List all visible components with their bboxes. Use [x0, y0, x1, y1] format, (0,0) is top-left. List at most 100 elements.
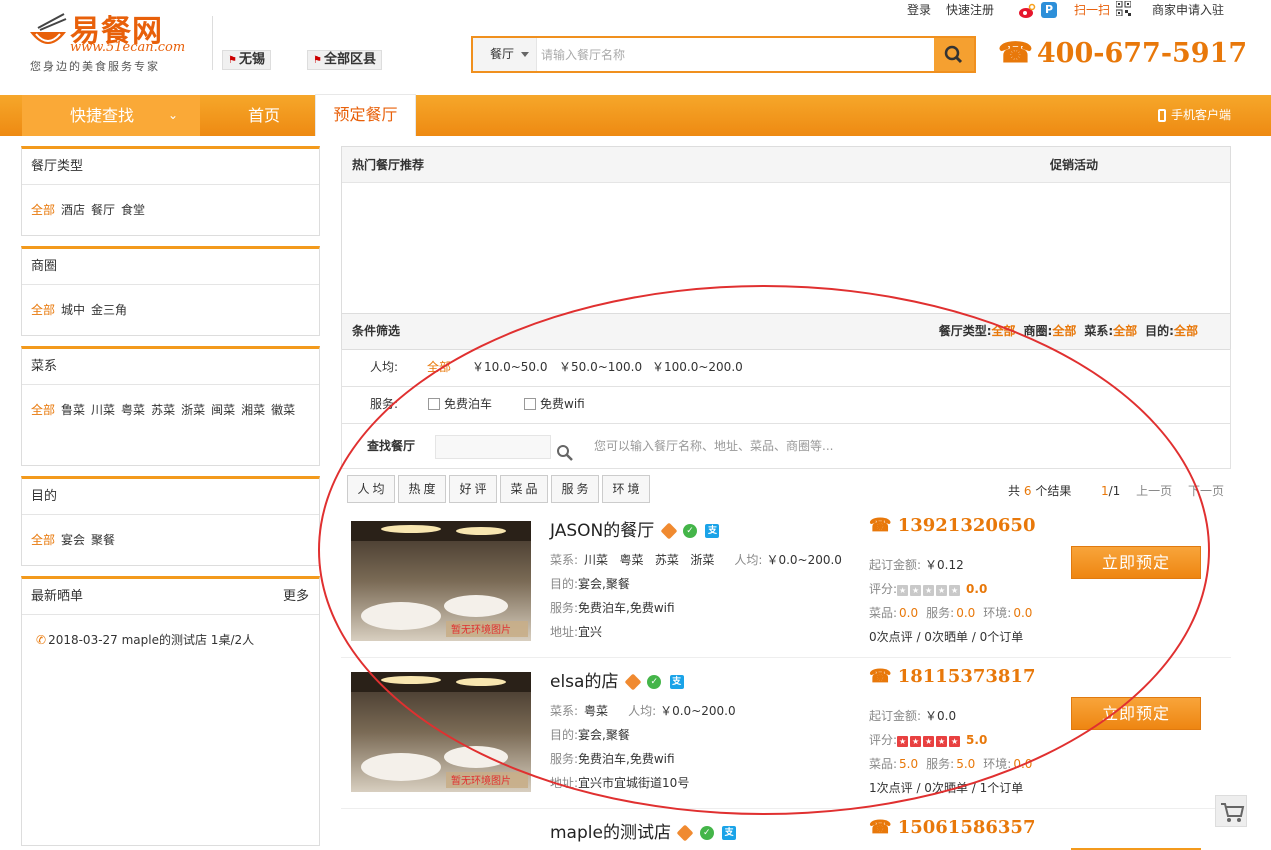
book-button[interactable]: 立即预定 [1071, 697, 1201, 730]
hotline: ☎ 400-677-5917 [998, 36, 1247, 69]
sidebar-area-item[interactable]: 城中 [61, 303, 85, 317]
restaurant-name[interactable]: elsa的店 ✓ 支 [550, 667, 684, 692]
restaurant-photo[interactable]: 暂无环境图片 [351, 521, 531, 641]
sidebar-area-item[interactable]: 全部 [31, 303, 55, 317]
scan-link[interactable]: 扫一扫 [1074, 1, 1110, 18]
qrcode-icon[interactable] [1115, 0, 1132, 17]
sort-price[interactable]: 人均 [347, 475, 395, 503]
sort-rating[interactable]: 好评 [449, 475, 497, 503]
sort-dish[interactable]: 菜品 [500, 475, 548, 503]
parking-label[interactable]: 免费泊车 [444, 386, 492, 422]
alipay-icon: 支 [722, 826, 737, 840]
dish-label: 菜品: [869, 757, 898, 771]
sidebar-cuisine-item[interactable]: 全部 [31, 403, 55, 417]
sidebar-cuisine-item[interactable]: 苏菜 [151, 403, 175, 417]
result-count: 共 6 个结果 [1008, 482, 1071, 499]
price-option[interactable]: ￥10.0~50.0 [472, 349, 548, 385]
star-icon: ★ [897, 735, 909, 747]
restaurant-photo[interactable]: 暂无环境图片 [351, 672, 531, 792]
sidebar-cuisine-item[interactable]: 闽菜 [211, 403, 235, 417]
env-label: 环境: [983, 606, 1012, 620]
showcase-more-link[interactable]: 更多 [283, 579, 309, 615]
sidebar-type-item[interactable]: 酒店 [61, 203, 85, 217]
filter-purpose-value[interactable]: 全部 [1174, 324, 1198, 338]
login-link[interactable]: 登录 [907, 1, 931, 18]
prev-page-link[interactable]: 上一页 [1136, 484, 1172, 498]
sidebar-cuisine-item[interactable]: 浙菜 [181, 403, 205, 417]
merchant-link[interactable]: 商家申请入驻 [1152, 1, 1224, 18]
logo-slogan: 您身边的美食服务专家 [30, 60, 160, 73]
parking-checkbox[interactable] [428, 398, 440, 410]
sidebar-type-item[interactable]: 食堂 [121, 203, 145, 217]
book-button[interactable]: 立即预定 [1071, 546, 1201, 579]
wifi-checkbox[interactable] [524, 398, 536, 410]
wifi-label[interactable]: 免费wifi [540, 386, 585, 422]
price-option[interactable]: ￥100.0~200.0 [652, 349, 743, 385]
min-order-label: 起订金额: [869, 709, 922, 723]
restaurant-name-text[interactable]: JASON的餐厅 [550, 521, 654, 541]
sort-environment[interactable]: 环境 [602, 475, 650, 503]
next-page-link[interactable]: 下一页 [1188, 484, 1224, 498]
qzone-icon[interactable]: P [1041, 2, 1057, 18]
nav-mobile-client[interactable]: 手机客户端 [1157, 95, 1231, 136]
nav-quick-search[interactable]: 快捷查找 ⌄ [22, 95, 200, 136]
district-selector[interactable]: ⚑ 全部区县 [307, 50, 382, 70]
sort-popularity[interactable]: 热度 [398, 475, 446, 503]
city-label: 无锡 [238, 52, 265, 67]
sidebar-type-item[interactable]: 全部 [31, 203, 55, 217]
chevron-down-icon [521, 52, 529, 57]
sidebar-area-item[interactable]: 金三角 [91, 303, 127, 317]
divider [212, 16, 213, 70]
restaurant-name-text[interactable]: elsa的店 [550, 672, 618, 692]
tag-icon [660, 522, 678, 540]
logo-icon[interactable] [26, 10, 70, 54]
current-page: 1 [1101, 484, 1109, 498]
city-selector[interactable]: ⚑ 无锡 [222, 50, 271, 70]
weibo-icon[interactable] [1018, 3, 1036, 19]
price-filter-label: 人均: [370, 360, 399, 374]
tag-icon [676, 824, 694, 842]
price-option[interactable]: ￥50.0~100.0 [559, 349, 642, 385]
register-link[interactable]: 快速注册 [946, 1, 994, 18]
sidebar-purpose-item[interactable]: 宴会 [61, 533, 85, 547]
result-number: 6 [1023, 484, 1032, 498]
rating-line: 评分: ★ ★ ★ ★ ★ 0.0 [869, 580, 987, 597]
chevron-down-icon: ⌄ [168, 108, 179, 122]
search-input[interactable] [541, 38, 931, 71]
sidebar-showcase-title: 最新晒单 [31, 589, 84, 604]
sort-service[interactable]: 服务 [551, 475, 599, 503]
search-button[interactable] [934, 38, 974, 71]
price-option[interactable]: 全部 [427, 349, 451, 385]
sidebar-cuisine: 菜系 全部 鲁菜 川菜 粤菜 苏菜 浙菜 闽菜 湘菜 徽菜 [21, 346, 320, 466]
restaurant-name-text[interactable]: maple的测试店 [550, 823, 671, 843]
purpose-line: 目的:宴会,聚餐 [550, 575, 630, 592]
search-icon[interactable] [556, 435, 574, 461]
star-icon: ★ [910, 584, 922, 596]
sidebar-purpose-item[interactable]: 聚餐 [91, 533, 115, 547]
filter-type-value[interactable]: 全部 [992, 324, 1016, 338]
nav-book-restaurant[interactable]: 预定餐厅 [315, 94, 416, 136]
price-label: 人均: [734, 553, 763, 567]
search-category-label: 餐厅 [490, 47, 515, 61]
filter-area-value[interactable]: 全部 [1052, 324, 1076, 338]
cart-icon[interactable] [1215, 795, 1247, 827]
restaurant-name[interactable]: maple的测试店 ✓ 支 [550, 818, 737, 843]
sidebar-cuisine-item[interactable]: 徽菜 [271, 403, 295, 417]
sidebar-purpose: 目的 全部 宴会 聚餐 [21, 476, 320, 566]
restaurant-name[interactable]: JASON的餐厅 ✓ 支 [550, 516, 720, 541]
wechat-icon: ✓ [683, 524, 698, 538]
sidebar-purpose-item[interactable]: 全部 [31, 533, 55, 547]
sidebar-cuisine-item[interactable]: 鲁菜 [61, 403, 85, 417]
phone-icon: ☎ [869, 666, 892, 687]
find-input[interactable] [435, 435, 551, 459]
sidebar-cuisine-item[interactable]: 川菜 [91, 403, 115, 417]
filter-cuisine-value[interactable]: 全部 [1113, 324, 1137, 338]
alipay-icon: 支 [705, 524, 720, 538]
sidebar-cuisine-item[interactable]: 粤菜 [121, 403, 145, 417]
showcase-entry[interactable]: 2018-03-27 maple的测试店 1桌/2人 [48, 633, 254, 647]
search-category-select[interactable]: 餐厅 [473, 38, 537, 71]
scores-line: 菜品: 0.0 服务: 0.0 环境: 0.0 [869, 604, 1032, 621]
sidebar-type-item[interactable]: 餐厅 [91, 203, 115, 217]
nav-home[interactable]: 首页 [248, 95, 280, 136]
sidebar-cuisine-item[interactable]: 湘菜 [241, 403, 265, 417]
